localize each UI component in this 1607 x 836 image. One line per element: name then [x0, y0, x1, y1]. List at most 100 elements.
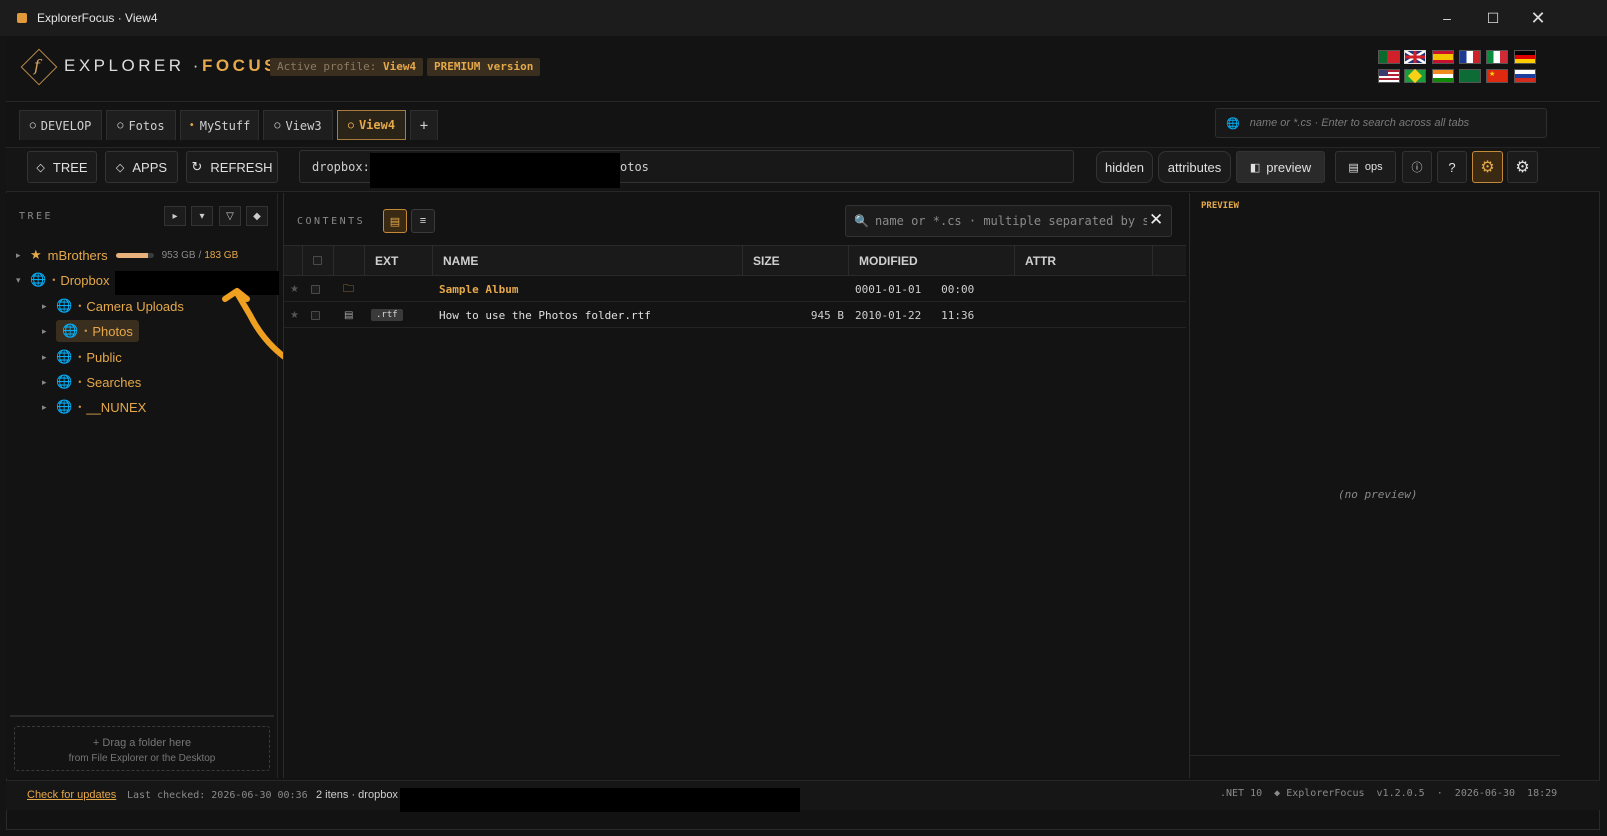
diamond-icon: ◆ — [253, 210, 261, 222]
item-count-text: 2 itens · dropbox — [316, 789, 398, 801]
close-icon: ✕ — [1149, 210, 1164, 229]
add-tab-button[interactable]: + — [410, 110, 438, 140]
refresh-button[interactable]: ↻ REFRESH — [186, 151, 278, 183]
table-row[interactable] — [284, 302, 1186, 328]
header-spacer — [1152, 245, 1186, 276]
header-modified[interactable]: MODIFIED — [848, 245, 1014, 276]
info-icon: ⓘ — [1411, 162, 1423, 174]
brand-name: EXPLORER ·FOCUS — [64, 56, 279, 76]
flag-it-icon[interactable] — [1486, 50, 1508, 64]
active-profile-badge: Active profile: View4 — [270, 58, 424, 76]
tree-item-nunex[interactable]: ▸ 🌐 • __NUNEX — [42, 396, 146, 418]
flag-br-icon[interactable] — [1404, 68, 1426, 84]
file-icon: ▤ — [344, 309, 354, 321]
globe-icon: 🌐 — [56, 399, 73, 414]
address-suffix: otos — [620, 160, 649, 174]
row-name[interactable]: Sample Album — [439, 276, 518, 302]
star-icon: ★ — [30, 247, 42, 262]
globe-icon: 🌐 — [30, 272, 47, 287]
preview-panel — [1189, 193, 1560, 778]
tree-item-mbrothers[interactable]: ▸ ★ mBrothers 953 GB / 183 GB — [16, 244, 238, 266]
toggle-attributes-button[interactable]: attributes — [1158, 151, 1231, 183]
globe-icon: 🌐 — [62, 323, 79, 338]
favorite-tree-button[interactable]: ◆ — [246, 206, 268, 226]
logo-glyph: f — [34, 56, 40, 75]
toggle-preview-button[interactable]: ◧ preview — [1236, 151, 1325, 183]
row-checkbox[interactable] — [311, 302, 320, 328]
chevron-right-icon: ▸ — [42, 300, 47, 311]
settings-button[interactable]: ⚙ — [1507, 151, 1538, 183]
flag-fr-icon[interactable] — [1459, 50, 1481, 64]
chevron-right-icon: ▸ — [16, 249, 21, 260]
favorite-star-icon[interactable]: ★ — [290, 276, 299, 302]
filter-tree-button[interactable]: ▽ — [219, 206, 241, 226]
diamond-icon: ◇ — [36, 161, 45, 174]
collapse-button[interactable]: ▾ — [191, 206, 213, 226]
gear-icon: ⚙ — [1515, 159, 1530, 176]
tree-label: TREE — [19, 211, 54, 222]
row-modified: 0001-01-01 00:00 — [855, 282, 975, 296]
gear-icon: ⚙ — [1480, 159, 1495, 176]
check-updates-link[interactable]: Check for updates — [27, 789, 116, 801]
row-ext: .rtf — [371, 302, 403, 328]
info-button[interactable]: ⓘ — [1402, 151, 1432, 183]
flag-in-icon[interactable] — [1432, 69, 1454, 83]
row-checkbox[interactable] — [311, 276, 320, 302]
select-all-checkbox[interactable] — [302, 245, 332, 276]
flag-ru-icon[interactable] — [1514, 69, 1536, 83]
tab-fotos[interactable]: ○ Fotos — [106, 110, 176, 140]
tree-item-dropbox[interactable]: ▾ 🌐 • Dropbox — [16, 269, 109, 291]
ops-button[interactable]: ▤ ops — [1335, 151, 1396, 183]
play-icon: ▸ — [172, 210, 178, 222]
preview-divider — [1189, 755, 1560, 756]
flag-us-icon[interactable] — [1378, 69, 1400, 83]
theme-button[interactable]: ⚙ — [1472, 151, 1503, 183]
flag-gb-icon[interactable] — [1404, 50, 1426, 64]
list-icon: ≡ — [419, 215, 427, 227]
toggle-hidden-button[interactable]: hidden — [1096, 151, 1153, 183]
minimize-button[interactable]: – — [1424, 0, 1470, 36]
tree-item-photos[interactable]: ▸ 🌐 • Photos — [42, 320, 139, 342]
table-row[interactable] — [284, 276, 1186, 302]
tree-item-camera-uploads[interactable]: ▸ 🌐 • Camera Uploads — [42, 295, 184, 317]
flag-es-icon[interactable] — [1432, 50, 1454, 64]
tree-button[interactable]: ◇ TREE — [27, 151, 97, 183]
flag-de-icon[interactable] — [1514, 50, 1536, 64]
edition-badge: PREMIUM version — [427, 58, 541, 76]
tab-mystuff[interactable]: • MyStuff — [180, 110, 259, 140]
chevron-down-icon: ▾ — [16, 274, 21, 285]
drop-folder-zone[interactable]: + Drag a folder here from File Explorer … — [14, 726, 270, 771]
header-ext[interactable]: EXT — [364, 245, 432, 276]
chevron-down-icon: ▾ — [199, 210, 205, 222]
row-name[interactable]: How to use the Photos folder.rtf — [439, 302, 651, 328]
flag-sa-icon[interactable] — [1459, 69, 1481, 83]
help-button[interactable]: ? — [1437, 151, 1467, 183]
brand-accent: FOCUS — [201, 56, 279, 75]
tab-develop[interactable]: ○ DEVELOP — [19, 110, 102, 140]
row-size: 945 B — [810, 308, 844, 322]
expand-button[interactable]: ▸ — [164, 206, 186, 226]
tree-item-public[interactable]: ▸ 🌐 • Public — [42, 346, 122, 368]
tree-item-searches[interactable]: ▸ 🌐 • Searches — [42, 371, 141, 393]
maximize-button[interactable]: ☐ — [1470, 0, 1516, 36]
tab-view4[interactable]: ○ View4 — [337, 110, 406, 140]
list-view-button[interactable]: ≡ — [411, 209, 435, 233]
search-icon: 🔍 — [854, 214, 869, 228]
header-size[interactable]: SIZE — [742, 245, 848, 276]
details-view-button[interactable]: ▤ — [383, 209, 407, 233]
global-search-input[interactable]: 🌐 name or *.cs · Enter to search across … — [1215, 108, 1547, 138]
favorite-star-icon[interactable]: ★ — [290, 302, 299, 328]
profile-prefix: Active profile: — [277, 60, 377, 73]
header-name[interactable]: NAME — [432, 245, 742, 276]
redacted-status-path — [400, 788, 800, 812]
flag-cn-icon[interactable]: ★ — [1486, 69, 1508, 83]
chevron-right-icon: ▸ — [42, 325, 47, 336]
tab-view3[interactable]: ○ View3 — [263, 110, 333, 140]
flag-pt-icon[interactable] — [1378, 50, 1400, 64]
disk-used: 953 GB — [161, 249, 196, 261]
contents-filter-input[interactable]: 🔍 name or *.cs · multiple separated by s… — [845, 205, 1172, 237]
close-window-button[interactable]: ✕ — [1515, 0, 1561, 36]
clear-filter-button[interactable]: ✕ — [1147, 210, 1166, 230]
apps-button[interactable]: ◇ APPS — [105, 151, 178, 183]
header-attr[interactable]: ATTR — [1014, 245, 1152, 276]
